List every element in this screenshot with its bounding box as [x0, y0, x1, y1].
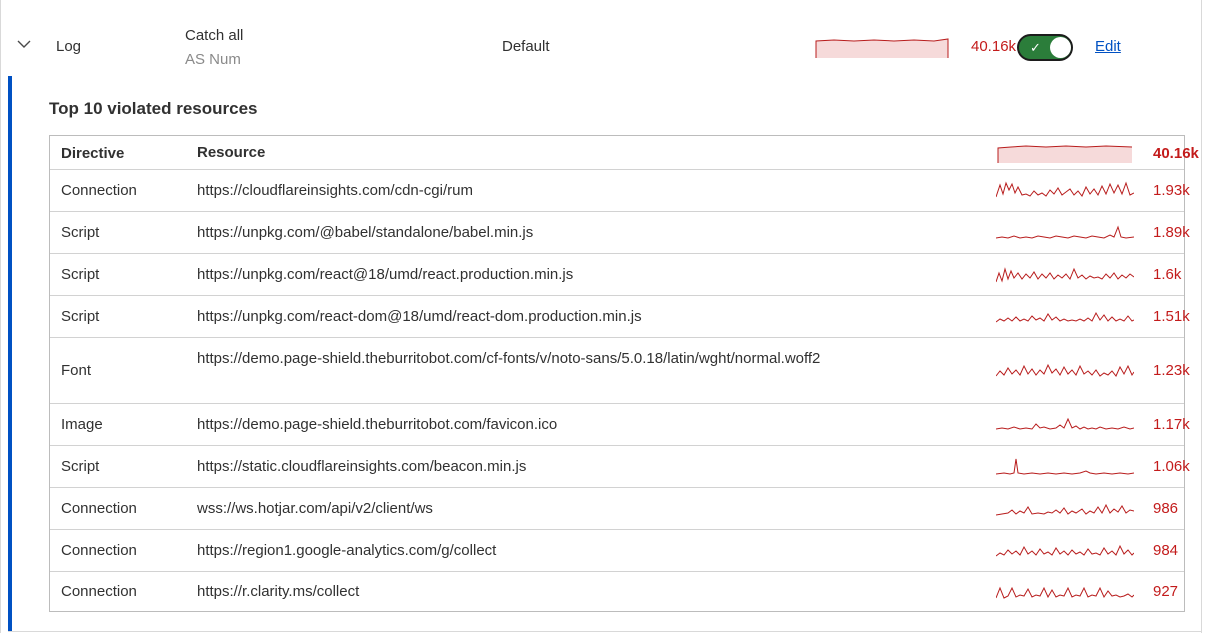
table-row[interactable]: Connection https://cloudflareinsights.co… [50, 170, 1190, 212]
table-row[interactable]: Script https://static.cloudflareinsights… [50, 446, 1190, 488]
row-sparkline [996, 586, 1134, 599]
row-directive: Connection [61, 583, 137, 600]
table-row[interactable]: Script https://unpkg.com/react@18/umd/re… [50, 254, 1184, 296]
rule-sparkline [815, 38, 949, 58]
row-sparkline [996, 267, 1134, 283]
row-count: 927 [1153, 583, 1179, 600]
row-directive: Script [61, 266, 100, 283]
table-row[interactable]: Font https://demo.page-shield.theburrito… [50, 338, 1190, 404]
row-count: 984 [1153, 542, 1179, 559]
rule-count: 40.16k [971, 38, 1017, 55]
row-resource[interactable]: https://region1.google-analytics.com/g/c… [197, 540, 917, 562]
table-row[interactable]: Connection https://r.clarity.ms/collect … [50, 572, 1184, 612]
row-resource[interactable]: https://r.clarity.ms/collect [197, 581, 917, 603]
table-row[interactable]: Script https://unpkg.com/react-dom@18/um… [50, 296, 1190, 338]
rule-action: Log [56, 38, 82, 55]
section-title: Top 10 violated resources [49, 99, 258, 118]
table-row[interactable]: Connection wss://ws.hotjar.com/api/v2/cl… [50, 488, 1184, 530]
table-row[interactable]: Image https://demo.page-shield.theburrit… [50, 404, 1190, 446]
violated-resources-table: Directive Resource 40.16k Connection htt… [49, 135, 1199, 612]
rule-description-title: Catch all [185, 27, 244, 44]
rule-type: Default [502, 38, 550, 55]
row-count: 1.17k [1153, 416, 1190, 433]
toggle-knob [1050, 37, 1071, 58]
row-resource[interactable]: https://cloudflareinsights.com/cdn-cgi/r… [197, 180, 917, 202]
row-sparkline [996, 503, 1134, 516]
chevron-down-icon[interactable] [16, 36, 32, 52]
row-count: 1.89k [1153, 224, 1190, 241]
row-count: 1.23k [1153, 362, 1190, 379]
row-resource[interactable]: https://static.cloudflareinsights.com/be… [197, 456, 917, 478]
row-directive: Script [61, 458, 100, 475]
row-sparkline [996, 181, 1134, 198]
row-count: 1.6k [1153, 266, 1182, 283]
row-sparkline [996, 311, 1134, 323]
frame-left-border [0, 0, 1, 633]
row-sparkline [996, 458, 1134, 475]
column-header-resource: Resource [197, 144, 266, 161]
row-sparkline [996, 417, 1134, 430]
column-header-directive: Directive [61, 145, 125, 162]
row-directive: Font [61, 362, 92, 379]
row-sparkline [996, 544, 1134, 557]
rule-enabled-toggle[interactable]: ✓ [1017, 34, 1073, 61]
row-directive: Connection [61, 182, 137, 199]
frame-bottom-border [8, 631, 1202, 632]
table-row[interactable]: Connection https://region1.google-analyt… [50, 530, 1184, 572]
row-count: 1.93k [1153, 182, 1190, 199]
row-resource[interactable]: https://unpkg.com/react@18/umd/react.pro… [197, 264, 917, 286]
row-sparkline [996, 363, 1134, 377]
row-directive: Image [61, 416, 103, 433]
total-sparkline [997, 145, 1133, 163]
row-resource[interactable]: https://demo.page-shield.theburritobot.c… [197, 348, 917, 370]
row-directive: Connection [61, 542, 137, 559]
rule-row[interactable]: Log Catch all AS Num Default 40.16k ✓ Ed… [0, 0, 1201, 76]
frame-right-border [1201, 0, 1202, 633]
row-count: 986 [1153, 500, 1179, 517]
total-count: 40.16k [1153, 145, 1199, 162]
row-count: 1.06k [1153, 458, 1190, 475]
row-directive: Script [61, 224, 100, 241]
row-resource[interactable]: https://unpkg.com/@babel/standalone/babe… [197, 222, 917, 244]
table-row[interactable]: Script https://unpkg.com/@babel/standalo… [50, 212, 1190, 254]
row-count: 1.51k [1153, 308, 1190, 325]
edit-link[interactable]: Edit [1095, 38, 1121, 55]
rule-description-subtitle: AS Num [185, 51, 241, 68]
row-resource[interactable]: wss://ws.hotjar.com/api/v2/client/ws [197, 498, 917, 520]
row-resource[interactable]: https://demo.page-shield.theburritobot.c… [197, 414, 917, 436]
row-sparkline [996, 225, 1134, 239]
expanded-indicator-bar [8, 76, 12, 631]
table-header-row: Directive Resource 40.16k [50, 136, 1199, 170]
row-resource[interactable]: https://unpkg.com/react-dom@18/umd/react… [197, 306, 917, 328]
check-icon: ✓ [1030, 40, 1041, 55]
row-directive: Connection [61, 500, 137, 517]
row-directive: Script [61, 308, 100, 325]
